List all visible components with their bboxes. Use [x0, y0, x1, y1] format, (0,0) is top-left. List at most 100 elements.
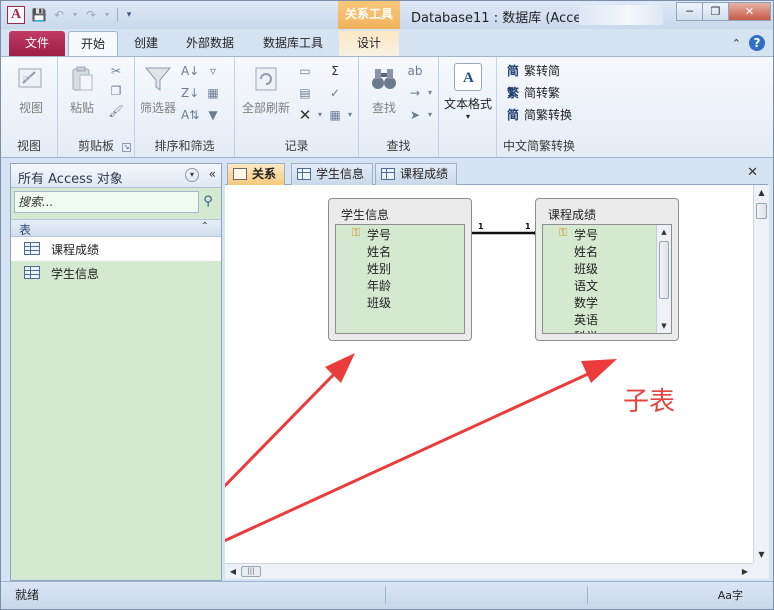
field-list-scrollbar[interactable]: ▲ ▼	[656, 225, 671, 333]
group-records: 全部刷新 ▭ ▤ ✕ ▾ Σ ✓ ▦ ▾ 记录	[235, 57, 359, 157]
selection-filter-button[interactable]: ▿	[205, 63, 221, 79]
minimize-icon[interactable]: ─	[676, 2, 703, 21]
trad-to-simp-button[interactable]: 简繁转简	[505, 62, 560, 79]
field-row[interactable]: 班级	[543, 259, 671, 276]
find-button[interactable]: 查找	[365, 63, 403, 116]
scroll-left-icon[interactable]: ◀	[225, 564, 241, 579]
field-row[interactable]: 班级	[336, 293, 464, 310]
doc-tab-relationships[interactable]: 关系	[227, 163, 286, 185]
access-app-icon[interactable]: A	[7, 6, 25, 24]
doc-tab-course-scores[interactable]: 课程成绩	[375, 163, 458, 185]
copy-button[interactable]: ❐	[108, 83, 124, 99]
replace-button[interactable]: ab	[407, 63, 423, 79]
nav-search-input[interactable]	[14, 191, 199, 213]
scroll-thumb[interactable]: |||	[241, 566, 261, 577]
paste-button[interactable]: 粘贴	[64, 63, 100, 116]
field-row[interactable]: 姓别	[336, 259, 464, 276]
nav-header[interactable]: 所有 Access 对象 ▾ «	[11, 164, 221, 188]
clipboard-launcher-icon[interactable]: ↘	[122, 143, 131, 152]
scroll-right-icon[interactable]: ▶	[737, 564, 753, 579]
field-row[interactable]: ⚿ 学号	[543, 225, 671, 242]
nav-section-tables[interactable]: 表 ⌃	[11, 219, 221, 237]
svg-text:A: A	[463, 70, 474, 86]
scroll-down-icon[interactable]: ▼	[657, 319, 671, 333]
scroll-thumb[interactable]	[756, 203, 767, 219]
minimize-ribbon-icon[interactable]: ⌃	[732, 37, 741, 50]
scroll-thumb[interactable]	[659, 241, 669, 299]
tab-home[interactable]: 开始	[68, 31, 118, 56]
undo-icon[interactable]: ↶	[51, 7, 67, 23]
cut-button[interactable]: ✂	[108, 63, 124, 79]
conversion-button[interactable]: 简简繁转换	[505, 106, 572, 123]
view-button[interactable]: 视图	[11, 63, 51, 116]
chevron-down-icon: ▾	[427, 110, 432, 119]
field-row[interactable]: 英语	[543, 310, 671, 327]
help-icon[interactable]: ?	[749, 35, 765, 51]
clear-sort-button[interactable]: A⇅	[181, 107, 199, 123]
more-records-button[interactable]: ▦ ▾	[327, 107, 354, 123]
view-icon	[15, 63, 47, 95]
nav-item-student-info[interactable]: 学生信息	[11, 261, 221, 285]
field-list-student-info[interactable]: 学生信息 ⚿ 学号 姓名 姓别 年龄 班级	[328, 198, 472, 341]
toggle-filter-button[interactable]: ▼	[205, 107, 221, 123]
cursor-icon: ➤	[409, 108, 421, 122]
close-document-icon[interactable]: ✕	[747, 165, 758, 180]
field-row[interactable]: ⚿ 学号	[336, 225, 464, 242]
collapse-section-icon[interactable]: ⌃	[201, 221, 209, 232]
save-icon[interactable]: 💾	[31, 7, 47, 23]
simp-to-trad-button[interactable]: 繁简转繁	[505, 84, 560, 101]
group-view: 视图 视图	[1, 57, 58, 157]
relationships-canvas[interactable]: 学生信息 ⚿ 学号 姓名 姓别 年龄 班级 1 1 课程成绩 ⚿ 学号 姓名 班级 …	[225, 185, 753, 563]
refresh-all-button[interactable]: 全部刷新	[239, 63, 293, 116]
save-record-button[interactable]: ▤	[297, 85, 313, 101]
totals-button[interactable]: Σ	[327, 63, 343, 79]
canvas-vertical-scrollbar[interactable]: ▲ ▼	[753, 185, 769, 563]
field-row[interactable]: 语文	[543, 276, 671, 293]
filter-button[interactable]: 筛选器	[137, 63, 179, 116]
tab-create[interactable]: 创建	[123, 31, 169, 56]
scroll-up-icon[interactable]: ▲	[657, 225, 671, 239]
sort-descending-button[interactable]: Z↓	[181, 85, 199, 101]
field-list-course-scores[interactable]: 课程成绩 ⚿学号 姓名 班级 语文 数学 英语 科学 ▲ ▼	[535, 198, 679, 341]
search-icon[interactable]: ⚲	[198, 191, 218, 213]
customize-qat-icon[interactable]: ▾	[124, 7, 134, 23]
field-row[interactable]: 姓名	[543, 242, 671, 259]
redo-icon[interactable]: ↷	[83, 7, 99, 23]
delete-record-button[interactable]: ✕ ▾	[297, 107, 324, 123]
text-format-button[interactable]: A 文本格式 ▾	[441, 63, 495, 121]
field-row[interactable]: 科学	[543, 327, 671, 333]
field-row[interactable]: 年龄	[336, 276, 464, 293]
scroll-down-icon[interactable]: ▼	[754, 547, 769, 563]
format-painter-button[interactable]: 🖌	[108, 103, 124, 119]
scroll-up-icon[interactable]: ▲	[754, 185, 769, 201]
doc-tab-student-info[interactable]: 学生信息	[291, 163, 374, 185]
field-row[interactable]: 姓名	[336, 242, 464, 259]
collapse-pane-icon[interactable]: «	[209, 167, 216, 181]
field-list-title: 学生信息	[341, 208, 390, 222]
select-button[interactable]: ➤ ▾	[407, 107, 434, 123]
nav-item-course-scores[interactable]: 课程成绩	[11, 237, 221, 261]
tab-external-data[interactable]: 外部数据	[176, 31, 244, 56]
canvas-horizontal-scrollbar[interactable]: ◀ ||| ▶	[225, 563, 753, 579]
tab-database-tools[interactable]: 数据库工具	[253, 31, 333, 56]
relationship-one-left: 1	[478, 222, 484, 231]
tab-design[interactable]: 设计	[339, 31, 399, 56]
field-row[interactable]: 数学	[543, 293, 671, 310]
restore-icon[interactable]: ❐	[702, 2, 729, 21]
new-record-button[interactable]: ▭	[297, 63, 313, 79]
redo-dropdown-icon[interactable]: ▾	[103, 7, 111, 23]
relationship-one-right: 1	[525, 222, 531, 231]
tab-file[interactable]: 文件	[9, 31, 65, 56]
goto-button[interactable]: → ▾	[407, 85, 434, 101]
spelling-button[interactable]: ✓	[327, 85, 343, 101]
group-sort-filter: 筛选器 A↓ Z↓ A⇅ ▿ ▦ ▼ 排序和筛选	[135, 57, 235, 157]
qat-divider	[117, 8, 118, 22]
undo-dropdown-icon[interactable]: ▾	[71, 7, 79, 23]
advanced-filter-button[interactable]: ▦	[205, 85, 221, 101]
nav-menu-icon[interactable]: ▾	[185, 168, 199, 182]
selection-icon: ▿	[209, 64, 217, 78]
copy-icon: ❐	[110, 84, 122, 98]
close-icon[interactable]: ✕	[728, 2, 771, 21]
sort-ascending-button[interactable]: A↓	[181, 63, 199, 79]
sigma-icon: Σ	[331, 64, 339, 78]
